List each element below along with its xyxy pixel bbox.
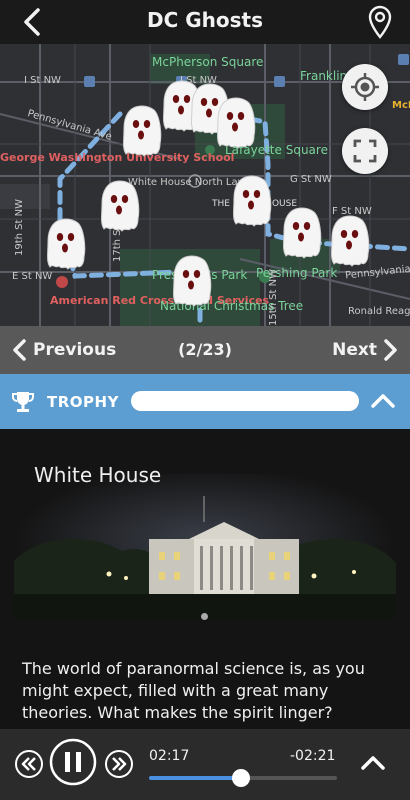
ghost-marker-icon[interactable] xyxy=(328,214,372,268)
stop-content: White House The world of paranormal scie… xyxy=(0,429,410,729)
map-label-e-st: E St NW xyxy=(12,271,53,282)
trophy-icon xyxy=(12,392,34,412)
chevron-up-icon[interactable] xyxy=(360,753,386,771)
trophy-label: TROPHY xyxy=(47,393,119,411)
map-label-mcd: McD xyxy=(392,100,410,111)
map-label-ronald-reagan: Ronald Reagan Building and xyxy=(348,306,410,317)
fast-forward-button[interactable] xyxy=(104,749,134,779)
next-label: Next xyxy=(332,340,377,360)
ghost-marker-icon[interactable] xyxy=(170,254,214,308)
stop-description: The world of paranormal science is, as y… xyxy=(22,659,365,722)
seek-fill xyxy=(149,776,242,780)
map-label-red-cross: American Red Cross Blood Services xyxy=(50,294,269,307)
trophy-bar[interactable]: TROPHY xyxy=(0,374,410,429)
map-label-i-st-1: I St NW xyxy=(24,75,61,86)
pause-button[interactable] xyxy=(49,738,97,786)
elapsed-time: 02:17 xyxy=(149,748,190,764)
ghost-marker-icon[interactable] xyxy=(230,174,274,228)
map-view[interactable]: McPherson Square Franklin McD I St NW I … xyxy=(0,44,410,326)
place-name: White House xyxy=(34,463,162,487)
map-pin-icon[interactable] xyxy=(366,4,394,40)
carousel-dot[interactable] xyxy=(201,613,208,620)
audio-player: 02:17 -02:21 xyxy=(0,729,410,800)
map-label-mcpherson: McPherson Square xyxy=(152,55,264,69)
chevron-right-icon xyxy=(384,339,397,361)
ghost-marker-icon[interactable] xyxy=(120,104,164,158)
seek-slider[interactable] xyxy=(149,769,337,787)
expand-icon xyxy=(353,139,377,163)
page-title: DC Ghosts xyxy=(146,8,263,32)
white-house-photo[interactable] xyxy=(14,474,396,619)
map-label-g-st: G St NW xyxy=(290,174,332,185)
crosshair-icon xyxy=(351,73,379,101)
remaining-time: -02:21 xyxy=(290,748,336,764)
ghost-marker-icon[interactable] xyxy=(98,179,142,233)
map-label-franklin: Franklin xyxy=(300,69,348,83)
ghost-marker-icon[interactable] xyxy=(280,206,324,260)
fullscreen-button[interactable] xyxy=(342,128,388,174)
ghost-marker-icon[interactable] xyxy=(44,217,88,271)
map-label-gwu: George Washington University School xyxy=(0,152,234,164)
chevron-up-icon[interactable] xyxy=(370,391,396,409)
ghost-marker-icon[interactable] xyxy=(214,96,258,150)
rewind-button[interactable] xyxy=(14,749,44,779)
app-header: DC Ghosts xyxy=(0,0,410,44)
tour-navigation: Previous (2/23) Next xyxy=(0,326,410,374)
next-button[interactable]: Next xyxy=(332,336,400,364)
trophy-progress-bar xyxy=(131,391,359,411)
map-label-15th: 15th St NW xyxy=(268,269,279,326)
map-label-19th: 19th St NW xyxy=(14,199,25,256)
locate-button[interactable] xyxy=(342,64,388,110)
seek-knob[interactable] xyxy=(232,769,251,787)
